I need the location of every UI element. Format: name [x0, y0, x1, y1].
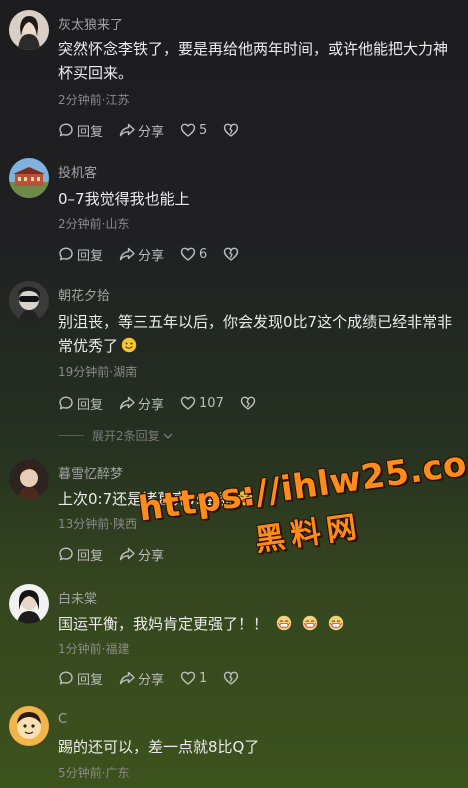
dislike-button[interactable] [223, 670, 239, 686]
divider [58, 435, 84, 436]
comment-actions: 回复 分享 107 [58, 393, 272, 413]
comment-actions: 回复 分享 5 [58, 120, 255, 140]
expand-replies-button[interactable]: 展开2条回复 [58, 427, 174, 444]
reply-label: 回复 [77, 672, 104, 688]
reply-button[interactable]: 回复 [58, 245, 103, 264]
comment-text: 踢的还可以，差一点就8比Q了 [58, 738, 260, 756]
like-count: 107 [199, 395, 224, 411]
heart-icon [180, 395, 196, 411]
reply-label: 回复 [77, 124, 104, 140]
like-button[interactable]: 6 [180, 246, 207, 262]
like-count: 6 [199, 246, 208, 262]
comment-meta: 13分钟前·陕西 [58, 517, 138, 531]
share-button[interactable]: 分享 [119, 669, 164, 688]
share-icon [119, 246, 135, 262]
comment-meta: 5分钟前·广东 [58, 766, 130, 780]
comment-text-content: 国运平衡，我妈肯定更强了！！ [58, 615, 269, 633]
heart-icon [180, 246, 196, 262]
share-button[interactable]: 分享 [119, 245, 164, 264]
heart-icon [180, 670, 196, 686]
like-button[interactable]: 107 [180, 395, 224, 411]
comment-meta: 2分钟前·山东 [58, 217, 130, 231]
dislike-icon [223, 246, 239, 262]
reply-icon [58, 670, 74, 686]
dislike-icon [223, 670, 239, 686]
chevron-down-icon [163, 433, 173, 439]
watermark: https://ihlw25.com 黑料网 [136, 439, 468, 575]
reply-button[interactable]: 回复 [58, 394, 103, 413]
share-label: 分享 [138, 124, 165, 140]
share-button[interactable]: 分享 [119, 394, 164, 413]
dislike-icon [223, 122, 239, 138]
reply-icon [58, 546, 74, 562]
comment-actions: 回复 分享 1 [58, 668, 255, 688]
reply-button[interactable]: 回复 [58, 121, 103, 140]
comment-text: 国运平衡，我妈肯定更强了！！ [58, 612, 456, 636]
like-button[interactable]: 1 [180, 670, 207, 686]
comment-author[interactable]: 灰太狼来了 [58, 14, 123, 33]
reply-icon [58, 246, 74, 262]
like-count: 5 [199, 122, 208, 138]
comment-meta: 19分钟前·湖南 [58, 365, 138, 379]
comment-actions: 回复 分享 6 [58, 244, 255, 264]
dislike-icon [240, 395, 256, 411]
like-button[interactable]: 5 [180, 122, 207, 138]
comment-text: 突然怀念李铁了，要是再给他两年时间，或许他能把大力神杯买回来。 [58, 40, 449, 82]
comment-meta: 1分钟前·福建 [58, 642, 130, 656]
reply-icon [58, 395, 74, 411]
like-count: 1 [199, 670, 208, 686]
share-icon [119, 395, 135, 411]
avatar[interactable] [9, 281, 49, 321]
comment-text: 别沮丧，等三五年以后，你会发现0比7这个成绩已经非常非常优秀了 [58, 310, 456, 358]
dislike-button[interactable] [223, 246, 239, 262]
emoji-smirk [121, 337, 137, 353]
comment-author[interactable]: C [58, 712, 67, 727]
share-label: 分享 [138, 248, 165, 264]
reply-label: 回复 [77, 248, 104, 264]
share-icon [119, 670, 135, 686]
avatar[interactable] [9, 10, 49, 50]
share-icon [119, 546, 135, 562]
avatar[interactable] [9, 584, 49, 624]
avatar[interactable] [9, 459, 49, 499]
dislike-button[interactable] [240, 395, 256, 411]
emoji-face [276, 615, 292, 631]
comment-meta: 2分钟前·江苏 [58, 93, 130, 107]
emoji-face [328, 615, 344, 631]
comment-text-content: 别沮丧，等三五年以后，你会发现0比7这个成绩已经非常非常优秀了 [58, 313, 453, 355]
avatar[interactable] [9, 706, 49, 746]
emoji-face [302, 615, 318, 631]
comment-author[interactable]: 白未棠 [58, 588, 97, 607]
dislike-button[interactable] [223, 122, 239, 138]
heart-icon [180, 122, 196, 138]
reply-icon [58, 122, 74, 138]
comment-author[interactable]: 暮雪忆醉梦 [58, 463, 123, 482]
share-button[interactable]: 分享 [119, 121, 164, 140]
comment-text: 0–7我觉得我也能上 [58, 190, 190, 208]
share-label: 分享 [138, 397, 165, 413]
comment-author[interactable]: 投机客 [58, 162, 97, 181]
expand-label: 展开2条回复 [92, 429, 160, 443]
reply-label: 回复 [77, 397, 104, 413]
avatar[interactable] [9, 158, 49, 198]
reply-button[interactable]: 回复 [58, 545, 103, 564]
reply-button[interactable]: 回复 [58, 669, 103, 688]
reply-label: 回复 [77, 548, 104, 564]
comment-author[interactable]: 朝花夕拾 [58, 285, 110, 304]
share-label: 分享 [138, 672, 165, 688]
share-icon [119, 122, 135, 138]
